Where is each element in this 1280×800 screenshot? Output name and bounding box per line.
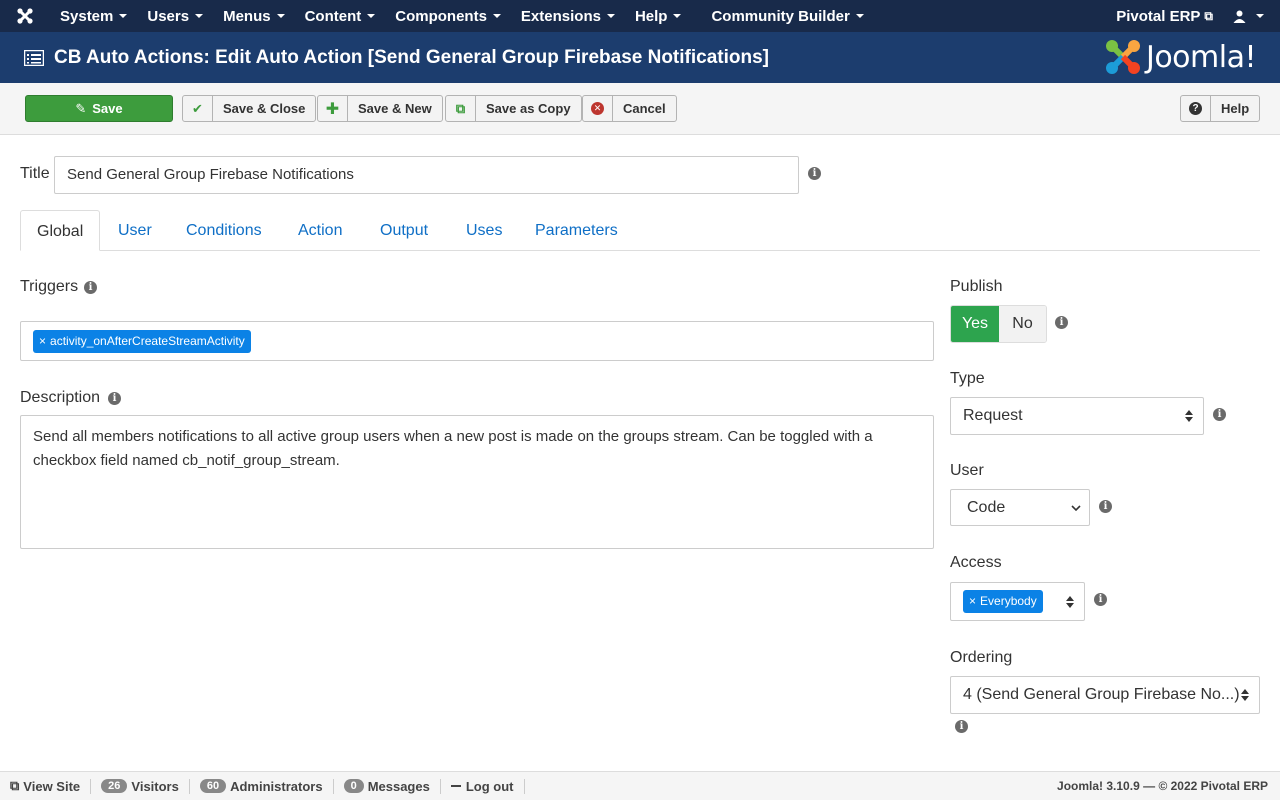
publish-no-button[interactable]: No: [999, 306, 1046, 342]
joomla-wordmark: Joomla!: [1145, 39, 1257, 75]
caret-down-icon: [367, 14, 376, 18]
info-icon[interactable]: i: [84, 281, 97, 294]
joomla-menu-icon[interactable]: [0, 0, 50, 32]
external-link-icon: ⧉: [10, 778, 20, 793]
joomla-logo-icon: [1105, 40, 1140, 74]
publish-yes-button[interactable]: Yes: [951, 306, 999, 342]
sort-arrows-icon: [1185, 410, 1193, 422]
messages-link[interactable]: 0 Messages: [334, 778, 441, 794]
chevron-down-icon: [1071, 504, 1081, 511]
messages-badge: 0: [343, 779, 364, 793]
nav-help[interactable]: Help: [625, 0, 692, 32]
remove-icon[interactable]: ×: [39, 334, 46, 348]
caret-down-icon: [855, 14, 864, 18]
triggers-label: Triggers: [20, 278, 79, 295]
administrators-badge: 60: [199, 779, 227, 793]
description-textarea[interactable]: Send all members notifications to all ac…: [20, 415, 934, 549]
publish-label: Publish: [950, 278, 1003, 295]
check-icon: ✔: [183, 96, 213, 121]
visitors-badge: 26: [101, 779, 128, 793]
sort-arrows-icon: [1066, 595, 1074, 608]
tab-parameters[interactable]: Parameters: [519, 210, 634, 251]
view-site-link[interactable]: ⧉ View Site: [0, 778, 92, 794]
triggers-select[interactable]: × activity_onAfterCreateStreamActivity: [20, 321, 934, 361]
caret-down-icon: [276, 14, 285, 18]
page-header: CB Auto Actions: Edit Auto Action [Send …: [0, 32, 1280, 83]
save-new-button[interactable]: ✚ Save & New: [317, 95, 443, 122]
caret-down-icon: [492, 14, 501, 18]
user-label: User: [950, 462, 984, 479]
nav-content[interactable]: Content: [295, 0, 386, 32]
info-icon[interactable]: i: [808, 167, 821, 180]
info-icon[interactable]: i: [108, 392, 121, 405]
access-chip[interactable]: × Everybody: [963, 590, 1043, 613]
tab-uses[interactable]: Uses: [450, 210, 518, 251]
joomla-logo: Joomla!: [1104, 38, 1257, 76]
logout-link[interactable]: Log out: [441, 778, 525, 794]
title-label: Title: [20, 165, 50, 182]
user-select[interactable]: Code: [950, 489, 1090, 526]
ordering-select[interactable]: 4 (Send General Group Firebase No...): [950, 676, 1260, 714]
nav-menus[interactable]: Menus: [213, 0, 295, 32]
caret-down-icon: [195, 14, 204, 18]
visitors-link[interactable]: 26 Visitors: [91, 778, 190, 794]
tab-output[interactable]: Output: [364, 210, 444, 251]
caret-down-icon: [1256, 14, 1264, 18]
caret-down-icon: [673, 14, 682, 18]
access-label: Access: [950, 554, 1002, 571]
nav-users[interactable]: Users: [137, 0, 213, 32]
tab-action[interactable]: Action: [282, 210, 358, 251]
user-icon: [1233, 10, 1246, 23]
plus-icon: ✚: [318, 96, 348, 121]
status-footer: ⧉ View Site 26 Visitors 60 Administrators 0…: [0, 771, 1280, 800]
info-icon[interactable]: i: [1099, 500, 1112, 513]
caret-down-icon: [119, 14, 128, 18]
external-link-icon: ⧉: [1204, 8, 1213, 23]
edit-icon: ✎: [75, 100, 87, 116]
tab-user[interactable]: User: [102, 210, 168, 251]
caret-down-icon: [606, 14, 615, 18]
tab-bar: Global User Conditions Action Output Use…: [20, 210, 1260, 251]
footer-version: Joomla! 3.10.9 — © 2022 Pivotal ERP: [1057, 779, 1268, 793]
question-icon: ?: [1181, 96, 1211, 121]
remove-icon[interactable]: ×: [969, 594, 976, 608]
top-navbar: System Users Menus Content Components Ex…: [0, 0, 1280, 32]
nav-components[interactable]: Components: [385, 0, 511, 32]
page-title: CB Auto Actions: Edit Auto Action [Send …: [54, 46, 769, 68]
info-icon[interactable]: i: [1094, 593, 1107, 606]
info-icon[interactable]: i: [1213, 408, 1226, 421]
title-input[interactable]: Send General Group Firebase Notification…: [54, 156, 799, 194]
publish-toggle[interactable]: Yes No: [950, 305, 1047, 343]
nav-community-builder[interactable]: Community Builder: [701, 0, 873, 32]
nav-extensions[interactable]: Extensions: [511, 0, 625, 32]
tab-conditions[interactable]: Conditions: [170, 210, 278, 251]
help-button[interactable]: ? Help: [1180, 95, 1261, 122]
cancel-icon: ✕: [583, 96, 613, 121]
info-icon[interactable]: i: [1055, 316, 1068, 329]
ordering-label: Ordering: [950, 649, 1013, 666]
info-icon[interactable]: i: [955, 720, 968, 733]
cancel-button[interactable]: ✕ Cancel: [582, 95, 677, 122]
user-menu[interactable]: [1223, 0, 1280, 32]
access-select[interactable]: × Everybody: [950, 582, 1085, 621]
toolbar: ✎ Save ✔ Save & Close ✚ Save & New ⧉ Sav…: [0, 83, 1280, 135]
sort-arrows-icon: [1241, 689, 1249, 701]
list-icon: [24, 49, 44, 66]
description-label: Description: [20, 389, 101, 406]
nav-system[interactable]: System: [50, 0, 137, 32]
save-close-button[interactable]: ✔ Save & Close: [182, 95, 317, 122]
type-label: Type: [950, 370, 985, 387]
save-button[interactable]: ✎ Save: [25, 95, 173, 122]
type-select[interactable]: Request: [950, 397, 1204, 435]
save-copy-button[interactable]: ⧉ Save as Copy: [445, 95, 582, 122]
site-link[interactable]: Pivotal ERP ⧉: [1106, 0, 1223, 32]
tab-global[interactable]: Global: [20, 210, 101, 251]
trigger-chip[interactable]: × activity_onAfterCreateStreamActivity: [33, 330, 251, 353]
administrators-link[interactable]: 60 Administrators: [190, 778, 334, 794]
minus-icon: [450, 785, 461, 787]
copy-icon: ⧉: [446, 96, 476, 121]
